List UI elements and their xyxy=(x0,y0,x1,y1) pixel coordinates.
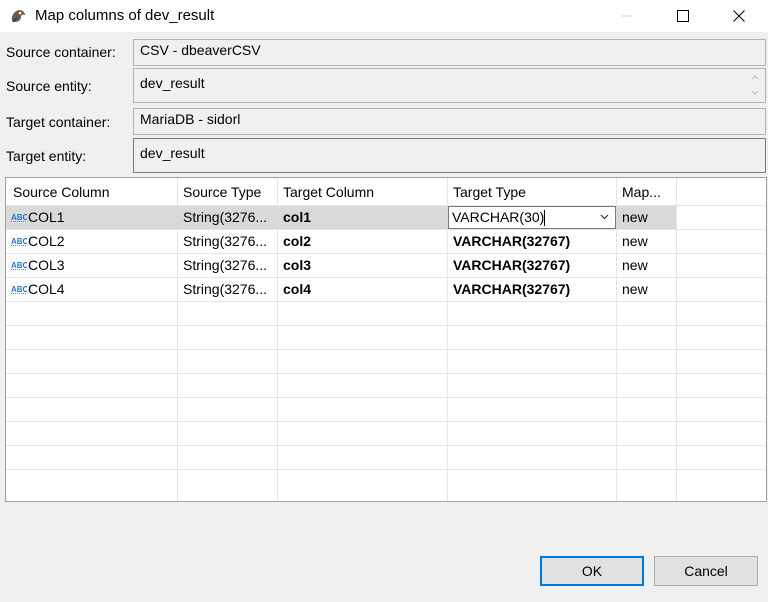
target-column-cell[interactable]: col1 xyxy=(283,209,311,225)
target-column-cell[interactable]: col4 xyxy=(283,281,311,297)
abc-text-icon: ABC xyxy=(11,213,27,222)
source-entity-value: dev_result xyxy=(140,75,205,91)
source-column-cell: COL4 xyxy=(28,281,65,297)
header-target-type[interactable]: Target Type xyxy=(453,184,526,200)
column-mapping-table[interactable]: Source Column Source Type Target Column … xyxy=(5,177,767,502)
header-source-type[interactable]: Source Type xyxy=(183,184,261,200)
row-separator xyxy=(6,253,766,254)
chevron-down-icon[interactable] xyxy=(600,214,609,220)
target-column-cell[interactable]: col3 xyxy=(283,257,311,273)
target-type-dropdown[interactable]: VARCHAR(30) xyxy=(448,206,616,229)
source-entity-label: Source entity: xyxy=(6,78,92,94)
mapping-cell[interactable]: new xyxy=(622,257,648,273)
row-separator xyxy=(6,469,766,470)
source-column-cell: COL3 xyxy=(28,257,65,273)
row-separator xyxy=(6,397,766,398)
svg-text:ABC: ABC xyxy=(11,213,27,222)
source-container-label: Source container: xyxy=(6,44,116,60)
maximize-icon xyxy=(677,10,689,22)
row-separator xyxy=(6,445,766,446)
cancel-button[interactable]: Cancel xyxy=(654,556,758,586)
header-source-column[interactable]: Source Column xyxy=(13,184,110,200)
title-bar: Map columns of dev_result xyxy=(0,0,768,32)
source-type-cell: String(3276... xyxy=(183,281,268,297)
row-separator xyxy=(6,301,766,302)
abc-text-icon: ABC xyxy=(11,237,27,246)
abc-text-icon: ABC xyxy=(11,285,27,294)
mapping-cell[interactable]: new xyxy=(622,281,648,297)
target-entity-field[interactable]: dev_result xyxy=(133,138,766,173)
target-type-input[interactable]: VARCHAR(30) xyxy=(452,209,544,225)
ok-button[interactable]: OK xyxy=(540,556,644,586)
source-column-cell: COL2 xyxy=(28,233,65,249)
header-target-column[interactable]: Target Column xyxy=(283,184,374,200)
scroll-arrows-icon[interactable] xyxy=(749,71,761,99)
row-separator xyxy=(6,325,766,326)
source-column-cell: COL1 xyxy=(28,209,65,225)
minimize-icon xyxy=(622,15,632,17)
target-container-value: MariaDB - sidorl xyxy=(140,111,241,127)
target-column-cell[interactable]: col2 xyxy=(283,233,311,249)
row-separator xyxy=(6,373,766,374)
source-entity-field[interactable]: dev_result xyxy=(133,68,766,103)
target-type-cell[interactable]: VARCHAR(32767) xyxy=(453,257,570,273)
row-separator xyxy=(6,349,766,350)
source-container-field: CSV - dbeaverCSV xyxy=(133,39,766,66)
svg-text:ABC: ABC xyxy=(11,261,27,270)
window-title: Map columns of dev_result xyxy=(35,7,215,24)
svg-text:ABC: ABC xyxy=(11,285,27,294)
text-cursor xyxy=(544,210,545,226)
svg-text:ABC: ABC xyxy=(11,237,27,246)
row-separator xyxy=(6,277,766,278)
abc-text-icon: ABC xyxy=(11,261,27,270)
row-separator xyxy=(6,229,766,230)
target-container-label: Target container: xyxy=(6,114,111,130)
close-button[interactable] xyxy=(716,0,762,32)
target-entity-label: Target entity: xyxy=(6,148,87,164)
close-icon xyxy=(733,10,745,22)
row-separator xyxy=(6,421,766,422)
dbeaver-app-icon xyxy=(11,10,25,23)
maximize-button[interactable] xyxy=(660,0,706,32)
source-type-cell: String(3276... xyxy=(183,209,268,225)
target-container-field: MariaDB - sidorl xyxy=(133,108,766,135)
source-type-cell: String(3276... xyxy=(183,257,268,273)
source-container-value: CSV - dbeaverCSV xyxy=(140,42,261,58)
source-type-cell: String(3276... xyxy=(183,233,268,249)
mapping-cell[interactable]: new xyxy=(622,233,648,249)
header-mapping[interactable]: Map... xyxy=(622,184,661,200)
target-type-cell[interactable]: VARCHAR(32767) xyxy=(453,281,570,297)
column-separator xyxy=(676,178,677,501)
target-entity-value: dev_result xyxy=(140,145,205,161)
mapping-cell[interactable]: new xyxy=(622,209,648,225)
minimize-button[interactable] xyxy=(604,0,650,32)
target-type-cell[interactable]: VARCHAR(32767) xyxy=(453,233,570,249)
